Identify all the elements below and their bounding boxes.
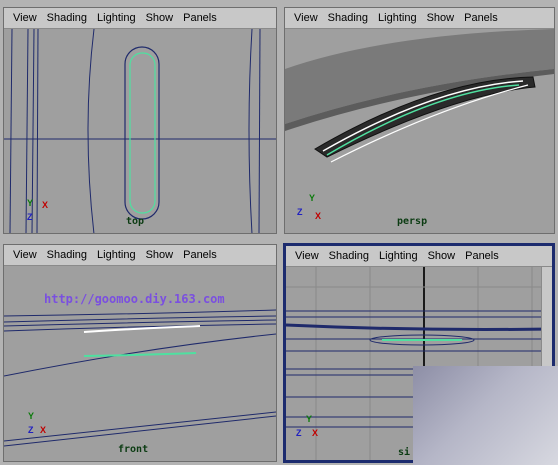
viewport-persp[interactable]: View Shading Lighting Show Panels persp … (284, 7, 555, 234)
menu-view[interactable]: View (290, 246, 324, 266)
viewport-menubar: View Shading Lighting Show Panels (4, 8, 276, 29)
menu-shading[interactable]: Shading (42, 245, 92, 265)
menu-view[interactable]: View (8, 8, 42, 28)
menu-view[interactable]: View (289, 8, 323, 28)
axis-x-label: X (312, 428, 319, 438)
axis-z-label: Z (27, 212, 33, 222)
menu-panels[interactable]: Panels (178, 245, 222, 265)
menu-lighting[interactable]: Lighting (92, 8, 141, 28)
axis-y-label: Y (309, 193, 316, 203)
menu-lighting[interactable]: Lighting (373, 8, 422, 28)
watermark-url: http://goomoo.diy.163.com (44, 292, 225, 306)
menu-shading[interactable]: Shading (323, 8, 373, 28)
axis-z-label: Z (297, 207, 303, 217)
camera-label-side: si (398, 447, 411, 458)
camera-label-persp: persp (397, 216, 428, 227)
camera-label-top: top (126, 216, 145, 227)
axis-x-label: X (40, 425, 47, 435)
axis-x-label: X (42, 200, 49, 210)
axis-y-label: Y (306, 414, 313, 424)
menu-shading[interactable]: Shading (42, 8, 92, 28)
menu-panels[interactable]: Panels (460, 246, 504, 266)
axis-indicator: Y Z X (295, 193, 325, 223)
axis-indicator: Y Z X (294, 414, 324, 444)
menu-lighting[interactable]: Lighting (374, 246, 423, 266)
menu-view[interactable]: View (8, 245, 42, 265)
menu-show[interactable]: Show (141, 245, 179, 265)
viewport-menubar: View Shading Lighting Show Panels (4, 245, 276, 266)
viewport-menubar: View Shading Lighting Show Panels (285, 8, 554, 29)
viewport-top[interactable]: View Shading Lighting Show Panels top Y … (3, 7, 277, 234)
axis-indicator: Y Z X (26, 411, 56, 441)
axis-z-label: Z (296, 428, 302, 438)
persp-view-canvas[interactable] (285, 29, 554, 234)
menu-panels[interactable]: Panels (178, 8, 222, 28)
viewport-menubar: View Shading Lighting Show Panels (286, 246, 552, 267)
camera-label-front: front (118, 444, 149, 455)
axis-z-label: Z (28, 425, 34, 435)
menu-shading[interactable]: Shading (324, 246, 374, 266)
menu-show[interactable]: Show (141, 8, 179, 28)
overlay-gradient-box (413, 366, 558, 465)
viewport-front[interactable]: View Shading Lighting Show Panels http:/… (3, 244, 277, 462)
menu-panels[interactable]: Panels (459, 8, 503, 28)
menu-show[interactable]: Show (423, 246, 461, 266)
menu-show[interactable]: Show (422, 8, 460, 28)
axis-y-label: Y (28, 411, 35, 421)
menu-lighting[interactable]: Lighting (92, 245, 141, 265)
axis-indicator: Y X Z (24, 198, 54, 228)
axis-x-label: X (315, 211, 322, 221)
axis-y-label: Y (27, 198, 34, 208)
